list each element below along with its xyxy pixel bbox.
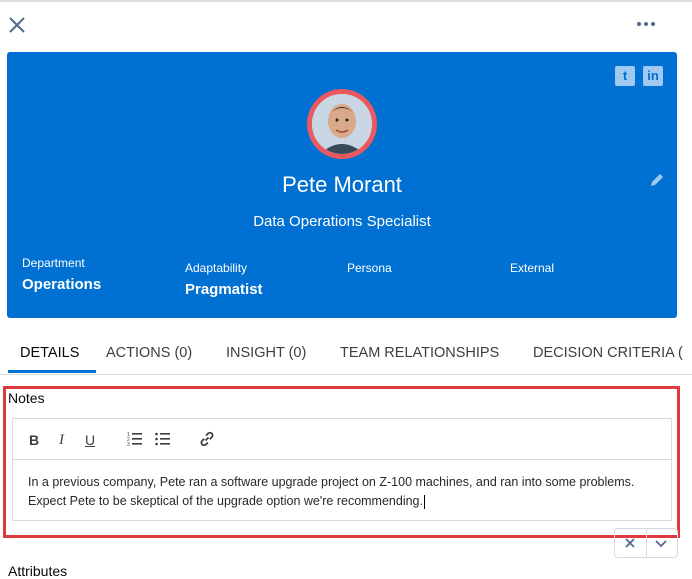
italic-button[interactable]: I <box>59 431 64 449</box>
confirm-chevron-icon[interactable] <box>654 536 668 550</box>
link-icon[interactable] <box>199 431 215 449</box>
field-label: Persona <box>347 261 392 275</box>
active-tab-indicator <box>8 370 96 373</box>
field-adaptability: Adaptability Pragmatist <box>185 261 263 298</box>
field-label: Department <box>22 256 85 270</box>
linkedin-icon[interactable]: in <box>643 66 663 86</box>
tab-team-relationships[interactable]: TEAM RELATIONSHIPS <box>340 345 499 361</box>
notes-editor[interactable]: B I U 1 2 3 In a previous company, Pete … <box>12 418 672 521</box>
attributes-heading: Attributes <box>8 563 68 579</box>
field-value: Pragmatist <box>185 281 263 298</box>
contact-name: Pete Morant <box>282 172 402 197</box>
tab-bar: DETAILS ACTIONS (0) INSIGHT (0) TEAM REL… <box>0 336 692 375</box>
field-label: External <box>510 261 555 275</box>
avatar <box>307 89 377 159</box>
divider <box>646 529 647 557</box>
twitter-icon[interactable]: t <box>615 66 635 86</box>
close-icon[interactable] <box>6 14 28 36</box>
tab-decision-criteria[interactable]: DECISION CRITERIA ( <box>533 345 683 361</box>
underline-button[interactable]: U <box>85 431 95 449</box>
tab-insight[interactable]: INSIGHT (0) <box>226 345 306 361</box>
svg-text:3: 3 <box>127 442 130 447</box>
field-value: Operations <box>22 276 102 293</box>
numbered-list-icon[interactable]: 1 2 3 <box>127 431 143 449</box>
top-divider <box>0 0 692 2</box>
contact-card: t in Pete Morant Data Operations Special… <box>7 52 677 318</box>
cancel-icon[interactable] <box>623 536 637 550</box>
tab-details[interactable]: DETAILS <box>20 345 79 361</box>
avatar-photo <box>312 94 372 154</box>
notes-text[interactable]: In a previous company, Pete ran a softwa… <box>28 473 658 511</box>
notes-label: Notes <box>8 390 45 406</box>
more-options-icon[interactable] <box>632 14 660 34</box>
contact-title: Data Operations Specialist <box>253 213 431 230</box>
field-label: Adaptability <box>185 261 248 275</box>
edit-pencil-icon[interactable] <box>649 172 665 188</box>
text-caret <box>423 494 425 509</box>
bullet-list-icon[interactable] <box>155 431 171 449</box>
field-external: External <box>510 261 554 281</box>
field-department: Department Operations <box>22 256 101 293</box>
bold-button[interactable]: B <box>29 431 39 449</box>
editor-action-buttons <box>614 528 678 558</box>
editor-toolbar: B I U 1 2 3 <box>13 419 671 460</box>
tab-actions[interactable]: ACTIONS (0) <box>106 345 192 361</box>
field-persona: Persona <box>347 261 392 281</box>
